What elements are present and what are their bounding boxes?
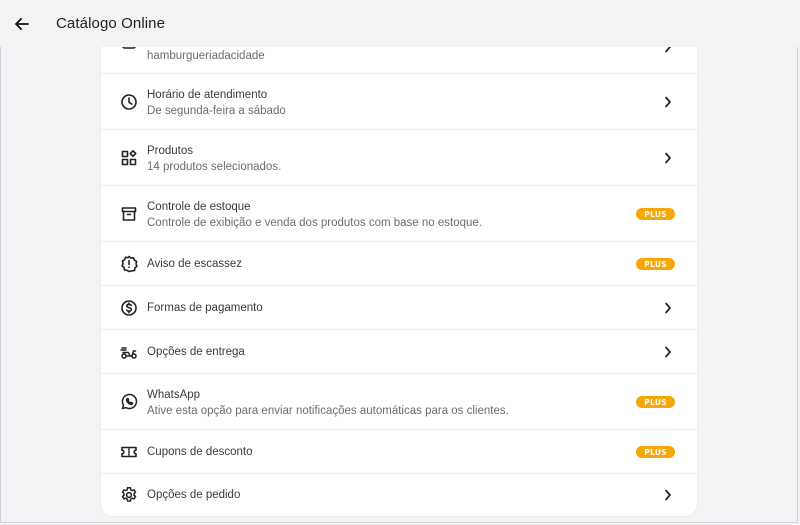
delivery-options-label: Opções de entrega (147, 346, 245, 358)
row-order-options[interactable]: Opções de pedido (101, 474, 697, 516)
products-sub: 14 produtos selecionados. (147, 161, 282, 173)
order-options-label: Opções de pedido (147, 489, 241, 501)
whatsapp-sub: Ative esta opção para enviar notificaçõe… (147, 405, 509, 417)
row-products[interactable]: Produtos 14 produtos selecionados. (101, 130, 697, 186)
grid-icon (120, 149, 138, 167)
chevron-right-icon (663, 345, 673, 359)
gear-icon (120, 486, 138, 504)
stock-control-sub: Controle de exibição e venda dos produto… (147, 217, 482, 229)
products-label: Produtos (147, 145, 194, 157)
row-payment-methods[interactable]: Formas de pagamento (101, 286, 697, 330)
business-hours-sub: De segunda-feira a sábado (147, 105, 286, 117)
ticket-icon (120, 443, 138, 461)
chevron-right-icon (663, 301, 673, 315)
row-business-hours[interactable]: Horário de atendimento De segunda-feira … (101, 74, 697, 130)
back-arrow-icon[interactable] (11, 13, 33, 35)
whatsapp-icon (120, 393, 138, 411)
page-title: Catálogo Online (56, 15, 166, 32)
top-bar: Catálogo Online (0, 0, 800, 47)
plus-badge: PLUS (636, 446, 675, 458)
business-hours-label: Horário de atendimento (147, 89, 268, 101)
stock-control-label: Controle de estoque (147, 201, 251, 213)
row-discount-coupons[interactable]: Cupons de desconto PLUS (101, 430, 697, 474)
clock-icon (120, 93, 138, 111)
store-link-text: hamburgueriadacidade (147, 50, 265, 62)
plus-badge: PLUS (636, 258, 675, 270)
row-whatsapp[interactable]: WhatsApp Ative esta opção para enviar no… (101, 374, 697, 430)
scarcity-warning-label: Aviso de escassez (147, 258, 243, 270)
chevron-right-icon (663, 151, 673, 165)
discount-coupons-label: Cupons de desconto (147, 446, 253, 458)
dollar-circle-icon (120, 299, 138, 317)
payment-methods-label: Formas de pagamento (147, 302, 263, 314)
chevron-right-icon (663, 488, 673, 502)
settings-card: hamburgueriadacidade Horário de atendime… (101, 30, 697, 516)
row-scarcity-warning[interactable]: Aviso de escassez PLUS (101, 242, 697, 286)
chevron-right-icon (663, 95, 673, 109)
scooter-icon (120, 343, 138, 361)
row-delivery-options[interactable]: Opções de entrega (101, 330, 697, 374)
archive-box-icon (120, 205, 138, 223)
plus-badge: PLUS (636, 396, 675, 408)
plus-badge: PLUS (636, 208, 675, 220)
whatsapp-label: WhatsApp (147, 389, 201, 401)
alert-badge-icon (120, 255, 138, 273)
row-stock-control[interactable]: Controle de estoque Controle de exibição… (101, 186, 697, 242)
